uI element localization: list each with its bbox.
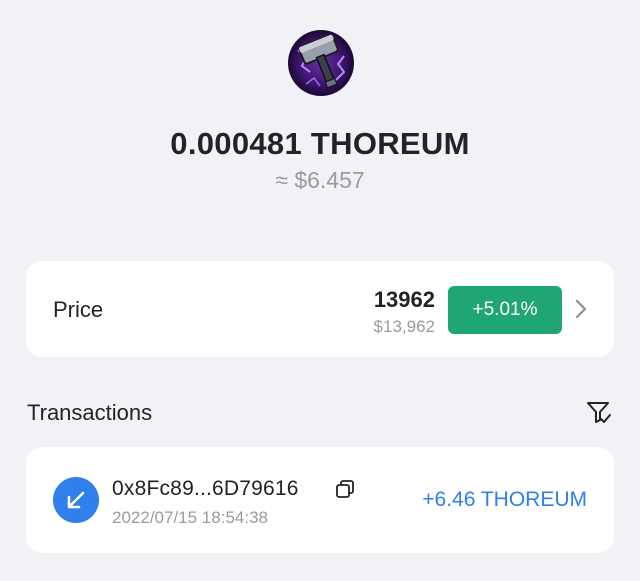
token-balance-fiat: ≈ $6.457 — [275, 167, 365, 193]
price-label: Price — [53, 297, 104, 322]
transaction-item[interactable]: 0x8Fc89...6D79616 2022/07/15 18:54:38 +6… — [26, 447, 614, 553]
receive-arrow-icon — [53, 477, 99, 523]
token-detail-page: 0.000481 THOREUM ≈ $6.457 Price 13962 $1… — [0, 0, 640, 581]
filter-icon[interactable] — [586, 400, 612, 426]
copy-icon[interactable] — [335, 479, 355, 499]
price-card[interactable]: Price 13962 $13,962 +5.01% — [26, 261, 614, 357]
price-change-badge: +5.01% — [448, 286, 562, 334]
price-value: 13962 — [373, 287, 435, 312]
chevron-right-icon[interactable] — [574, 298, 588, 320]
token-balance: 0.000481 THOREUM — [170, 126, 470, 161]
transaction-address: 0x8Fc89...6D79616 — [112, 477, 299, 500]
transaction-timestamp: 2022/07/15 18:54:38 — [112, 508, 268, 527]
transactions-title: Transactions — [27, 400, 153, 425]
price-value-fiat: $13,962 — [373, 317, 435, 336]
hammer-logo-icon — [286, 28, 356, 98]
transaction-amount: +6.46 THOREUM — [422, 488, 587, 511]
